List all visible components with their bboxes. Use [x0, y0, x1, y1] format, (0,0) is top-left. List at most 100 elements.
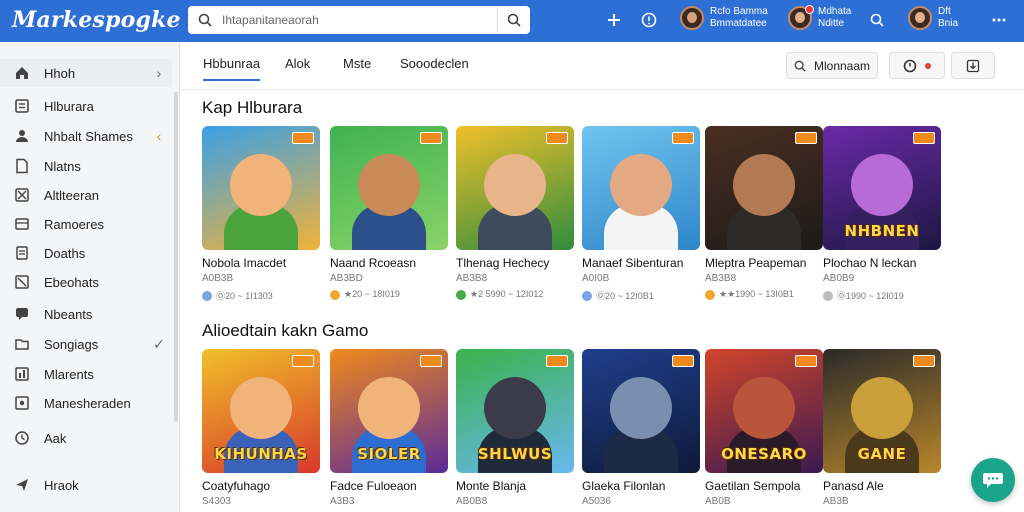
game-card[interactable]: Naand Rcoeasn AB3BD ★20 ~ 18I019 — [330, 126, 450, 300]
filter-button[interactable]: Mlonnaam — [786, 52, 878, 79]
notification-toggle-button[interactable] — [889, 52, 945, 79]
card-title[interactable]: Glaeka Filonlan — [582, 479, 702, 493]
user-chip-1[interactable]: Rcfo Bamma Bmmatdatee — [680, 6, 768, 30]
tab-mste[interactable]: Mste — [343, 56, 371, 71]
game-logo-text: SIOLER — [357, 445, 421, 463]
character-face — [610, 154, 672, 216]
tab-alok[interactable]: Alok — [285, 56, 310, 71]
rating-text: ★20 ~ 18I019 — [344, 289, 400, 299]
game-card[interactable]: Mleptra Peapeman AB3B8 ★★1990 ~ 13I0B1 — [705, 126, 825, 300]
sidebar-item-label: Doaths — [44, 245, 86, 261]
notification-icon[interactable] — [638, 9, 660, 31]
new-tag-icon — [795, 355, 817, 367]
card-title[interactable]: Plochao N leckan — [823, 256, 943, 270]
game-thumbnail[interactable] — [456, 126, 574, 250]
game-card[interactable]: GANE Panasd Ale AB3B — [823, 349, 943, 507]
search-icon — [188, 13, 222, 27]
game-thumbnail[interactable]: NHBNEN — [823, 126, 941, 250]
game-card[interactable]: Manaef Sibenturan A0I0B Ⓞ20 ~ 12I0B1 — [582, 126, 702, 302]
card-meta: AB3B8 — [456, 273, 488, 284]
rating-text: ★2 5990 ~ 12I012 — [470, 289, 544, 299]
chat-fab-button[interactable] — [971, 458, 1015, 502]
folder-icon — [0, 336, 44, 352]
sidebar-scrollbar[interactable] — [174, 92, 178, 422]
sidebar-item-songiags[interactable]: Songiags ✓ — [0, 330, 172, 358]
character-face — [358, 154, 420, 216]
game-card[interactable]: SHLWUS Monte Blanja AB0B8 — [456, 349, 576, 507]
game-logo-text: SHLWUS — [477, 445, 553, 463]
card-title[interactable]: Gaetilan Sempola — [705, 479, 825, 493]
game-card[interactable]: Tlhenag Hechecy AB3B8 ★2 5990 ~ 12I012 — [456, 126, 576, 300]
game-card[interactable]: SIOLER Fadce Fuloeaon A3B3 — [330, 349, 450, 507]
card-title[interactable]: Manaef Sibenturan — [582, 256, 702, 270]
sidebar-item-manesheraden[interactable]: Manesheraden — [0, 389, 172, 417]
card-meta: S4303 — [202, 496, 231, 507]
rating-text: Ⓞ1990 ~ 12I019 — [837, 291, 904, 301]
card-title[interactable]: Panasd Ale — [823, 479, 943, 493]
game-thumbnail[interactable] — [582, 126, 700, 250]
search-bar[interactable]: Ihtapanitaneaorah — [188, 6, 530, 34]
sidebar-item-nbeants[interactable]: Nbeants — [0, 300, 172, 328]
card-title[interactable]: Naand Rcoeasn — [330, 256, 450, 270]
card-title[interactable]: Monte Blanja — [456, 479, 576, 493]
card-title[interactable]: Nobola Imacdet — [202, 256, 322, 270]
character-face — [358, 377, 420, 439]
game-thumbnail[interactable]: ONESARO — [705, 349, 823, 473]
card-title[interactable]: Mleptra Peapeman — [705, 256, 825, 270]
sidebar-item-altlteeran[interactable]: Altlteeran — [0, 181, 172, 209]
new-tag-icon — [292, 355, 314, 367]
app-logo[interactable]: Markespogke — [12, 7, 181, 33]
sidebar-item-nlatns[interactable]: Nlatns — [0, 152, 172, 180]
sidebar-item-label: Mlarents — [44, 366, 94, 382]
game-thumbnail[interactable]: KIHUNHAS — [202, 349, 320, 473]
user-chip-2[interactable]: Mdhata Nditte — [788, 5, 851, 30]
sidebar-item-nhbalt-shames[interactable]: Nhbalt Shames ‹ — [0, 122, 172, 150]
game-thumbnail[interactable] — [582, 349, 700, 473]
game-card[interactable]: KIHUNHAS Coatyfuhago S4303 — [202, 349, 322, 507]
sidebar-item-aak[interactable]: Aak — [0, 424, 172, 452]
card-meta: A5036 — [582, 496, 611, 507]
search-button[interactable] — [498, 6, 530, 34]
game-thumbnail[interactable]: GANE — [823, 349, 941, 473]
rating-text: Ⓞ20 ~ 12I0B1 — [596, 291, 654, 301]
game-card[interactable]: NHBNEN Plochao N leckan AB0B9 Ⓞ1990 ~ 12I01… — [823, 126, 943, 302]
more-icon[interactable] — [988, 9, 1010, 31]
sidebar-item-ebeohats[interactable]: Ebeohats — [0, 268, 172, 296]
search-icon[interactable] — [866, 9, 888, 31]
tab-hbbunraa[interactable]: Hbbunraa — [203, 56, 261, 81]
character-face — [484, 377, 546, 439]
sidebar-item-hraok[interactable]: Hraok — [0, 471, 172, 499]
download-button[interactable] — [951, 52, 995, 79]
sidebar-item-doaths[interactable]: Doaths — [0, 239, 172, 267]
game-thumbnail[interactable]: SIOLER — [330, 349, 448, 473]
card-meta: A3B3 — [330, 496, 355, 507]
sidebar-item-hhoh[interactable]: Hhoh › — [0, 59, 172, 87]
game-card[interactable]: Nobola Imacdet A0B3B Ⓞ20 ~ 1I1303 — [202, 126, 322, 302]
card-title[interactable]: Fadce Fuloeaon — [330, 479, 450, 493]
card-meta: AB3BD — [330, 273, 363, 284]
card-meta: A0I0B — [582, 273, 610, 284]
user-chip-3[interactable]: Dft Bnia — [908, 6, 958, 30]
new-tag-icon — [420, 132, 442, 144]
user-1-name: Rcfo Bamma — [710, 6, 768, 17]
file-icon — [0, 245, 44, 261]
sidebar-item-hlburara[interactable]: Hlburara — [0, 92, 172, 120]
game-thumbnail[interactable] — [330, 126, 448, 250]
game-card[interactable]: ONESARO Gaetilan Sempola AB0B — [705, 349, 825, 507]
card-meta: AB0B8 — [456, 496, 488, 507]
sidebar-item-ramoeres[interactable]: Ramoeres — [0, 210, 172, 238]
game-thumbnail[interactable] — [202, 126, 320, 250]
game-thumbnail[interactable]: SHLWUS — [456, 349, 574, 473]
card-title[interactable]: Coatyfuhago — [202, 479, 322, 493]
game-card[interactable]: Glaeka Filonlan A5036 — [582, 349, 702, 507]
game-logo-text: KIHUNHAS — [214, 445, 308, 463]
card-title[interactable]: Tlhenag Hechecy — [456, 256, 576, 270]
tab-sooodeclen[interactable]: Sooodeclen — [400, 56, 469, 71]
sidebar-item-mlarents[interactable]: Mlarents — [0, 360, 172, 388]
bar-icon — [0, 366, 44, 382]
chat-icon — [0, 306, 44, 322]
game-thumbnail[interactable] — [705, 126, 823, 250]
search-input[interactable]: Ihtapanitaneaorah — [222, 6, 498, 34]
new-tag-icon — [795, 132, 817, 144]
add-icon[interactable] — [603, 9, 625, 31]
